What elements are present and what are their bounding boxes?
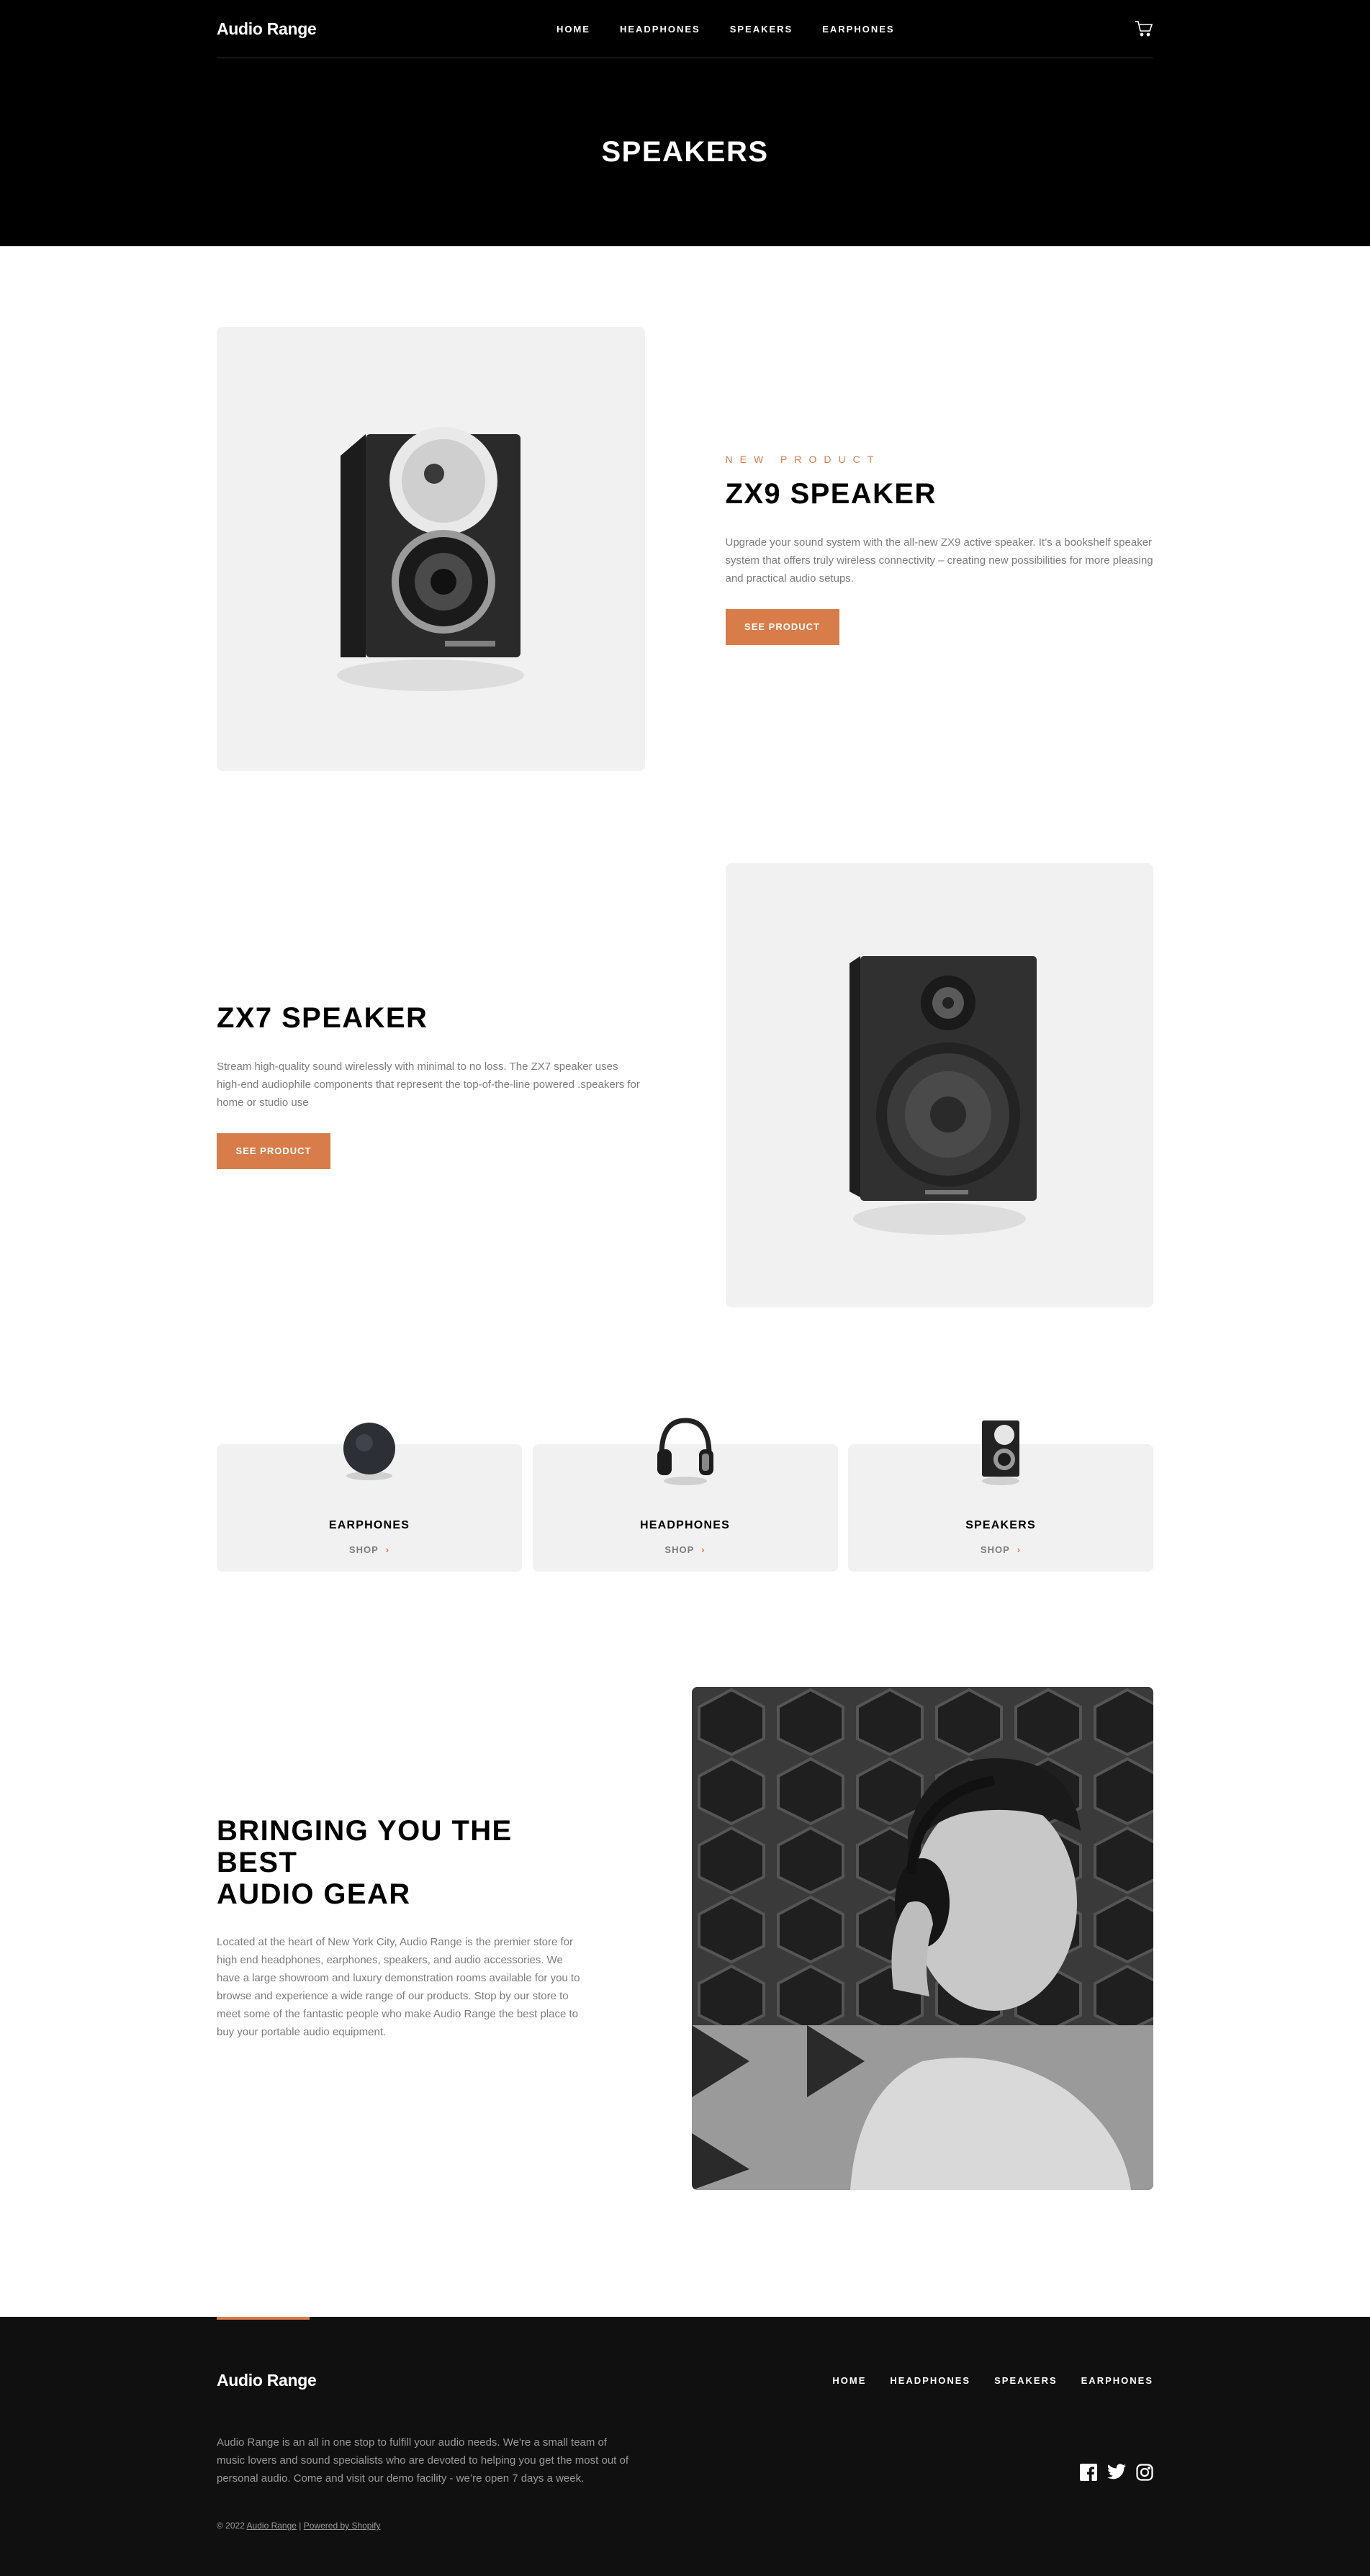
shop-label: SHOP bbox=[980, 1544, 1010, 1555]
product-description: Stream high-quality sound wirelessly wit… bbox=[217, 1060, 640, 1109]
copyright-prefix: © 2022 bbox=[217, 2521, 245, 2531]
footer-nav-headphones[interactable]: HEADPHONES bbox=[890, 2375, 970, 2386]
product-description: Upgrade your sound system with the all-n… bbox=[726, 533, 1154, 587]
product-title: ZX7 SPEAKER bbox=[217, 1001, 428, 1034]
page-header: Audio Range HOME HEADPHONES SPEAKERS EAR… bbox=[0, 0, 1370, 246]
category-name: EARPHONES bbox=[328, 1519, 410, 1531]
cart-icon[interactable] bbox=[1135, 21, 1153, 37]
twitter-icon[interactable] bbox=[1107, 2464, 1126, 2485]
social-links bbox=[1080, 2464, 1153, 2485]
main-content: NEW PRODUCT ZX9 SPEAKER Upgrade your sou… bbox=[217, 327, 1153, 2190]
product-zx9: NEW PRODUCT ZX9 SPEAKER Upgrade your sou… bbox=[217, 327, 1153, 771]
page-title: SPEAKERS bbox=[601, 136, 769, 168]
footer-logo[interactable]: Audio Range bbox=[217, 2371, 317, 2390]
shop-label: SHOP bbox=[348, 1544, 379, 1555]
zx9-text: NEW PRODUCT ZX9 SPEAKER Upgrade your sou… bbox=[725, 453, 1154, 645]
category-name: HEADPHONES bbox=[640, 1519, 730, 1531]
product-title: ZX9 SPEAKER bbox=[725, 477, 937, 510]
copyright-separator: | bbox=[299, 2521, 302, 2531]
category-name: SPEAKERS bbox=[965, 1519, 1036, 1531]
shop-link[interactable]: SHOP › bbox=[848, 1544, 1153, 1555]
footer-nav-home[interactable]: HOME bbox=[832, 2375, 866, 2386]
nav-headphones[interactable]: HEADPHONES bbox=[620, 24, 700, 35]
about-title-line-1: BRINGING YOU THE BEST bbox=[217, 1814, 513, 1878]
footer-middle: Audio Range is an all in one stop to ful… bbox=[217, 2433, 1153, 2487]
footer-nav-speakers[interactable]: SPEAKERS bbox=[994, 2375, 1058, 2386]
about-section: BRINGING YOU THE BEST AUDIO GEAR Located… bbox=[217, 1687, 1153, 2190]
footer-top: Audio Range HOME HEADPHONES SPEAKERS EAR… bbox=[217, 2317, 1153, 2390]
about-text: BRINGING YOU THE BEST AUDIO GEAR Located… bbox=[217, 1815, 582, 2063]
see-product-button[interactable]: SEE PRODUCT bbox=[217, 1132, 330, 1169]
shop-link[interactable]: SHOP › bbox=[217, 1544, 522, 1555]
footer-about-text: Audio Range is an all in one stop to ful… bbox=[217, 2436, 628, 2485]
main-nav: HOME HEADPHONES SPEAKERS EARPHONES bbox=[556, 24, 895, 35]
description-line-1: Upgrade your sound system with the all-n… bbox=[725, 536, 1153, 549]
shop-link[interactable]: SHOP › bbox=[533, 1544, 838, 1555]
powered-by-shopify-link[interactable]: Powered by Shopify bbox=[304, 2521, 381, 2531]
top-navigation-bar: Audio Range HOME HEADPHONES SPEAKERS EAR… bbox=[217, 0, 1153, 58]
zx7-text: ZX7 SPEAKER Stream high-quality sound wi… bbox=[217, 1002, 645, 1169]
product-zx7: ZX7 SPEAKER Stream high-quality sound wi… bbox=[217, 863, 1153, 1307]
new-product-label: NEW PRODUCT bbox=[725, 453, 881, 465]
description-line-2: system that offers truly wireless connec… bbox=[725, 554, 1153, 585]
footer-accent-bar bbox=[217, 2317, 310, 2320]
store-link[interactable]: Audio Range bbox=[247, 2521, 297, 2531]
nav-speakers[interactable]: SPEAKERS bbox=[730, 24, 793, 35]
shop-label: SHOP bbox=[664, 1544, 695, 1555]
chevron-right-icon: › bbox=[1017, 1544, 1022, 1555]
about-title: BRINGING YOU THE BEST AUDIO GEAR bbox=[217, 1815, 582, 1910]
category-card-earphones[interactable]: EARPHONES SHOP › bbox=[217, 1423, 522, 1572]
zx7-speaker-image bbox=[725, 863, 1153, 1307]
headphones-thumbnail bbox=[653, 1418, 718, 1485]
category-card-headphones[interactable]: HEADPHONES SHOP › bbox=[532, 1418, 838, 1572]
nav-home[interactable]: HOME bbox=[556, 24, 590, 35]
facebook-icon[interactable] bbox=[1080, 2464, 1097, 2485]
page-footer: Audio Range HOME HEADPHONES SPEAKERS EAR… bbox=[0, 2317, 1370, 2576]
see-product-button[interactable]: SEE PRODUCT bbox=[725, 608, 839, 645]
instagram-icon[interactable] bbox=[1136, 2464, 1153, 2485]
about-title-line-2: AUDIO GEAR bbox=[217, 1878, 411, 1910]
site-logo[interactable]: Audio Range bbox=[217, 19, 317, 39]
category-cards: EARPHONES SHOP › HEADPHONES SHOP › SPEAK… bbox=[217, 1418, 1153, 1572]
speakers-thumbnail bbox=[968, 1418, 1033, 1485]
zx9-speaker-image bbox=[217, 327, 645, 771]
nav-earphones[interactable]: EARPHONES bbox=[822, 24, 894, 35]
about-description: Located at the heart of New York City, A… bbox=[217, 1935, 580, 2038]
category-card-speakers[interactable]: SPEAKERS SHOP › bbox=[848, 1420, 1153, 1572]
man-with-headphones-photo bbox=[692, 1687, 1153, 2190]
chevron-right-icon: › bbox=[385, 1544, 390, 1555]
footer-nav-earphones[interactable]: EARPHONES bbox=[1081, 2375, 1153, 2386]
chevron-right-icon: › bbox=[701, 1544, 706, 1555]
footer-nav: HOME HEADPHONES SPEAKERS EARPHONES bbox=[832, 2375, 1153, 2386]
earphones-thumbnail bbox=[337, 1418, 402, 1483]
copyright: © 2022 Audio Range | Powered by Shopify bbox=[217, 2521, 1153, 2531]
